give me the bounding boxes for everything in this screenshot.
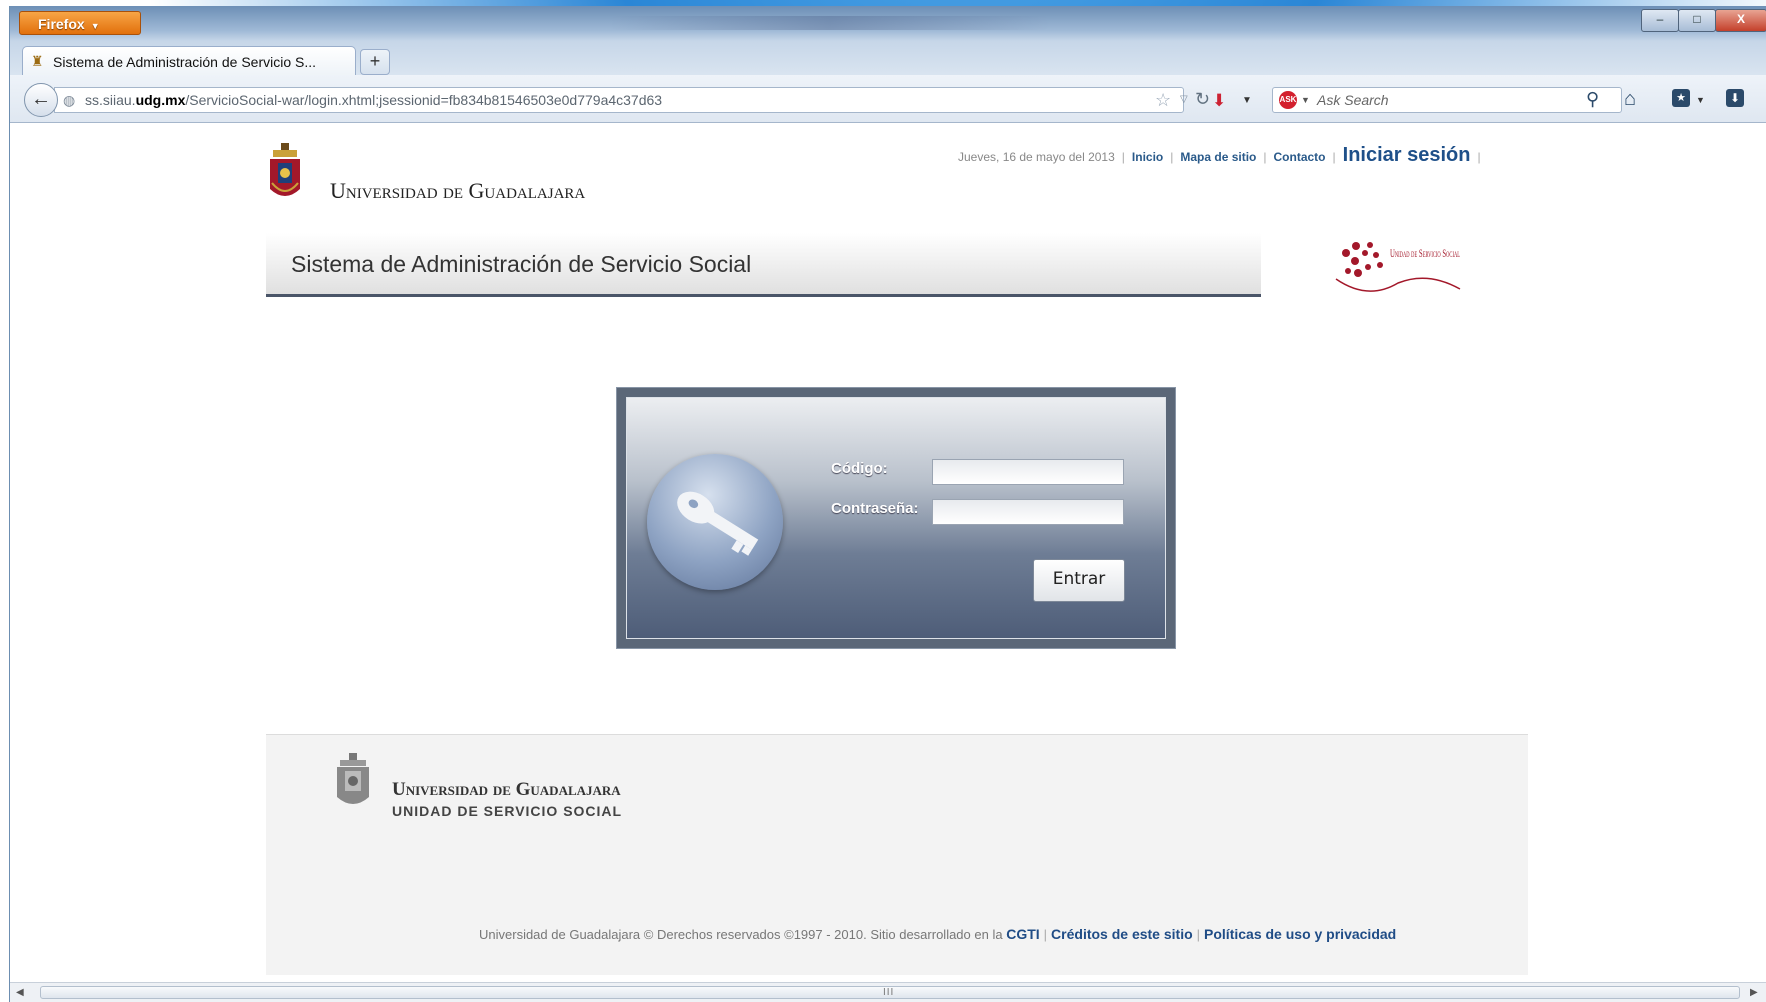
scrollbar-thumb[interactable]: III xyxy=(40,986,1740,999)
ask-logo-icon: ASK xyxy=(1279,91,1297,109)
search-engine-dropdown-icon[interactable]: ▼ xyxy=(1301,95,1310,105)
new-tab-button[interactable]: + xyxy=(360,49,390,75)
reload-icon[interactable]: ↻ xyxy=(1195,89,1210,110)
scroll-right-icon[interactable]: ▶ xyxy=(1750,987,1758,998)
maximize-button[interactable]: □ xyxy=(1678,9,1716,32)
addon-icon[interactable]: ⬇ xyxy=(1212,91,1226,111)
horizontal-scrollbar[interactable]: ◀ III ▶ xyxy=(10,982,1766,1002)
footer-unit-name: UNIDAD DE SERVICIO SOCIAL xyxy=(392,803,623,819)
bookmarks-icon[interactable]: ★ xyxy=(1672,89,1690,107)
top-navigation: Jueves, 16 de mayo del 2013 | Inicio | Mapa … xyxy=(958,144,1481,166)
search-box[interactable]: ASK ▼ Ask Search xyxy=(1272,87,1622,113)
history-dropdown-icon[interactable]: ▽ xyxy=(1180,94,1188,105)
nav-link-contacto[interactable]: Contacto xyxy=(1274,150,1326,164)
codigo-input[interactable] xyxy=(932,459,1124,485)
udg-shield-logo[interactable] xyxy=(266,143,304,205)
footer-university-name: Universidad de Guadalajara xyxy=(392,779,621,800)
privacy-policy-link[interactable]: Políticas de uso y privacidad xyxy=(1204,926,1396,942)
navigation-bar: ◍ ss.siiau.udg.mx/ServicioSocial-war/log… xyxy=(10,75,1766,123)
cgti-link[interactable]: CGTI xyxy=(1006,926,1039,942)
page-content: Universidad de Guadalajara Jueves, 16 de… xyxy=(10,123,1766,983)
password-label: Contraseña: xyxy=(831,500,919,517)
codigo-label: Código: xyxy=(831,460,888,477)
current-date: Jueves, 16 de mayo del 2013 xyxy=(958,150,1115,164)
footer: Universidad de Guadalajara UNIDAD DE SER… xyxy=(266,734,1528,975)
favicon-shield-icon: ♜ xyxy=(31,53,44,69)
globe-icon: ◍ xyxy=(63,92,76,108)
home-icon[interactable]: ⌂ xyxy=(1624,88,1636,111)
window-title-blur xyxy=(610,16,1050,30)
search-icon[interactable]: ⚲ xyxy=(1586,89,1599,110)
login-submit-button[interactable]: Entrar xyxy=(1033,559,1125,602)
url-bar[interactable]: ◍ ss.siiau.udg.mx/ServicioSocial-war/log… xyxy=(54,87,1210,113)
browser-window: Firefox ▼ – □ X ♜ Sistema de Administraci… xyxy=(9,6,1766,1002)
svg-text:Unidad de Servicio Social: Unidad de Servicio Social xyxy=(1390,246,1460,260)
page-title: Sistema de Administración de Servicio So… xyxy=(291,251,752,277)
nav-link-iniciar-sesion[interactable]: Iniciar sesión xyxy=(1343,144,1471,166)
back-arrow-icon: ← xyxy=(31,88,51,110)
tab-title: Sistema de Administración de Servicio S.… xyxy=(53,54,317,70)
url-text: ss.siiau.udg.mx/ServicioSocial-war/login… xyxy=(85,92,663,108)
close-button[interactable]: X xyxy=(1715,9,1766,32)
nav-link-inicio[interactable]: Inicio xyxy=(1132,150,1163,164)
minimize-button[interactable]: – xyxy=(1641,9,1679,32)
key-icon xyxy=(647,454,783,590)
copyright-text: Universidad de Guadalajara © Derechos re… xyxy=(479,927,1003,942)
bookmark-star-icon[interactable]: ☆ xyxy=(1155,90,1171,111)
bookmarks-dropdown-icon[interactable]: ▼ xyxy=(1696,95,1705,105)
back-button[interactable]: ← xyxy=(24,83,58,117)
search-placeholder: Ask Search xyxy=(1317,92,1389,108)
firefox-menu-label: Firefox xyxy=(38,16,85,32)
system-header: Sistema de Administración de Servicio So… xyxy=(266,233,1261,297)
udg-shield-logo-gray xyxy=(337,753,369,804)
login-panel: Código: Contraseña: Entrar xyxy=(626,397,1166,639)
addon-dropdown-icon[interactable]: ▼ xyxy=(1242,95,1252,106)
university-name: Universidad de Guadalajara xyxy=(330,178,586,203)
credits-link[interactable]: Créditos de este sitio xyxy=(1051,926,1193,942)
tab-strip: ♜ Sistema de Administración de Servicio … xyxy=(10,41,1766,76)
password-input[interactable] xyxy=(932,499,1124,525)
footer-copyright: Universidad de Guadalajara © Derechos re… xyxy=(479,926,1397,942)
unidad-servicio-social-logo: Unidad de Servicio Social xyxy=(1335,242,1461,292)
tab-active[interactable]: ♜ Sistema de Administración de Servicio … xyxy=(22,46,356,76)
firefox-menu-button[interactable]: Firefox ▼ xyxy=(19,11,141,35)
chevron-down-icon: ▼ xyxy=(90,21,100,31)
scroll-left-icon[interactable]: ◀ xyxy=(16,987,24,998)
nav-link-mapa-de-sitio[interactable]: Mapa de sitio xyxy=(1180,150,1256,164)
download-icon[interactable]: ⬇ xyxy=(1726,89,1744,107)
title-bar: Firefox ▼ – □ X xyxy=(10,6,1766,41)
login-box: Código: Contraseña: Entrar xyxy=(616,387,1176,649)
scrollbar-grip: III xyxy=(883,987,895,998)
